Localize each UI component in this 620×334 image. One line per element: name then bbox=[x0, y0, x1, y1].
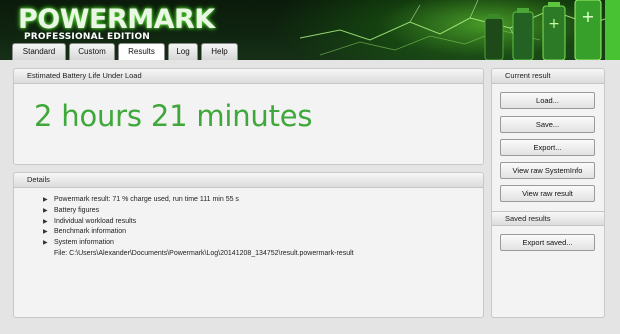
expand-arrow-icon[interactable]: ▶ bbox=[43, 195, 48, 206]
estimate-panel-title: Estimated Battery Life Under Load bbox=[14, 69, 483, 84]
tree-item-battery-figures[interactable]: ▶ Battery figures bbox=[43, 206, 239, 217]
svg-text:+: + bbox=[548, 16, 560, 32]
tab-custom[interactable]: Custom bbox=[69, 43, 115, 60]
load-button[interactable]: Load... bbox=[500, 92, 595, 109]
app-edition: PROFESSIONAL EDITION bbox=[24, 32, 151, 42]
save-button[interactable]: Save... bbox=[500, 116, 595, 133]
saved-results-title: Saved results bbox=[492, 211, 604, 226]
expand-arrow-icon[interactable]: ▶ bbox=[43, 227, 48, 238]
export-button[interactable]: Export... bbox=[500, 139, 595, 156]
tab-log[interactable]: Log bbox=[168, 43, 198, 60]
estimate-panel: Estimated Battery Life Under Load 2 hour… bbox=[13, 68, 484, 165]
tree-item-powermark-result[interactable]: ▶ Powermark result: 71 % charge used, run… bbox=[43, 195, 239, 206]
details-panel: Details ▶ Powermark result: 71 % charge u… bbox=[13, 172, 484, 318]
battery-graphic: + + bbox=[484, 0, 620, 60]
svg-text:+: + bbox=[581, 7, 594, 26]
results-side-panel: Current result Load... Save... Export...… bbox=[491, 68, 605, 318]
export-saved-button[interactable]: Export saved... bbox=[500, 234, 595, 251]
tab-results[interactable]: Results bbox=[118, 43, 165, 60]
tree-item-system-info[interactable]: ▶ System information bbox=[43, 238, 239, 249]
tree-item-benchmark-info[interactable]: ▶ Benchmark information bbox=[43, 227, 239, 238]
expand-arrow-icon[interactable]: ▶ bbox=[43, 238, 48, 249]
tab-help[interactable]: Help bbox=[201, 43, 238, 60]
expand-arrow-icon[interactable]: ▶ bbox=[43, 217, 48, 228]
battery-life-value: 2 hours 21 minutes bbox=[34, 99, 313, 133]
tree-item-workload-results[interactable]: ▶ Individual workload results bbox=[43, 217, 239, 228]
details-panel-title: Details bbox=[14, 173, 483, 188]
main-tabs: Standard Custom Results Log Help bbox=[12, 43, 241, 60]
expand-arrow-icon[interactable]: ▶ bbox=[43, 206, 48, 217]
details-tree: ▶ Powermark result: 71 % charge used, run… bbox=[43, 195, 239, 249]
view-raw-systeminfo-button[interactable]: View raw SystemInfo bbox=[500, 162, 595, 179]
tab-standard[interactable]: Standard bbox=[12, 43, 66, 60]
current-result-title: Current result bbox=[492, 69, 604, 84]
app-logo: POWERMARK bbox=[18, 4, 215, 35]
result-file-path: File: C:\Users\Alexander\Documents\Power… bbox=[54, 250, 354, 257]
view-raw-result-button[interactable]: View raw result bbox=[500, 185, 595, 202]
